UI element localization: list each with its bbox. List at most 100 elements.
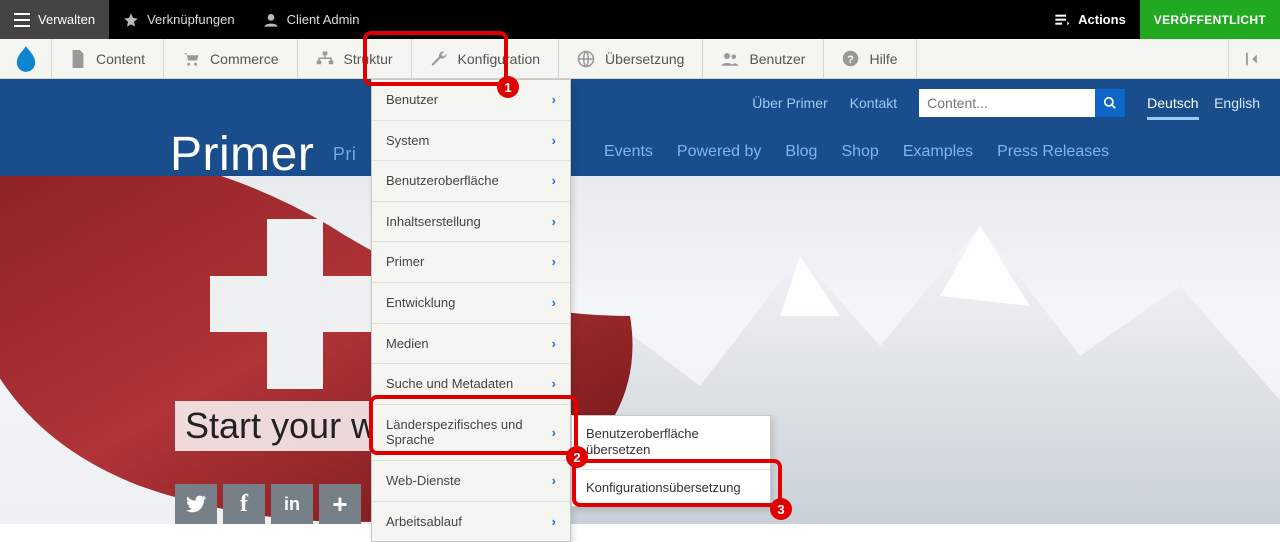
submenu-ui-translate[interactable]: Benutzeroberfläche übersetzen — [572, 416, 770, 470]
brand-subtext: Pri — [333, 144, 357, 164]
toolbar-item-label: Benutzer — [749, 51, 805, 67]
nav-poweredby[interactable]: Powered by — [677, 143, 762, 161]
user-link[interactable]: Client Admin — [249, 0, 374, 39]
dropdown-dev[interactable]: Entwicklung› — [372, 283, 570, 324]
toolbar-item-label: Struktur — [344, 51, 393, 67]
dropdown-label: Inhaltserstellung — [386, 214, 481, 230]
structure-icon — [316, 51, 334, 67]
shortcuts-link[interactable]: Verknüpfungen — [109, 0, 248, 39]
dropdown-label: Benutzer — [386, 92, 438, 108]
manage-toggle[interactable]: Verwalten — [0, 0, 109, 39]
toolbar-structure[interactable]: Struktur — [298, 39, 412, 78]
twitter-icon — [186, 495, 206, 513]
dropdown-label: System — [386, 133, 429, 149]
globe-icon — [577, 50, 595, 68]
chevron-right-icon: › — [552, 473, 556, 489]
social-facebook[interactable]: f — [223, 484, 265, 524]
social-more[interactable]: + — [319, 484, 361, 524]
published-badge: VERÖFFENTLICHT — [1140, 0, 1280, 39]
dropdown-ui[interactable]: Benutzeroberfläche › — [372, 161, 570, 202]
chevron-right-icon: › — [552, 425, 556, 441]
chevron-right-icon: › — [552, 336, 556, 352]
help-icon: ? — [842, 50, 859, 67]
search-icon — [1103, 96, 1117, 110]
regional-submenu: Benutzeroberfläche übersetzen Konfigurat… — [571, 415, 771, 507]
toolbar-help[interactable]: ? Hilfe — [824, 39, 916, 78]
collapse-icon — [1246, 52, 1264, 66]
dropdown-primer[interactable]: Primer › — [372, 242, 570, 283]
chevron-right-icon: › — [552, 254, 556, 270]
toolbar-item-label: Content — [96, 51, 145, 67]
dropdown-benutzer[interactable]: Benutzer › — [372, 80, 570, 121]
user-icon — [263, 12, 279, 28]
drupal-icon — [15, 46, 37, 72]
actions-button[interactable]: Actions — [1040, 12, 1140, 28]
manage-label: Verwalten — [38, 12, 95, 27]
submenu-label: Benutzeroberfläche übersetzen — [586, 426, 699, 457]
dropdown-label: Benutzeroberfläche — [386, 173, 499, 189]
hero-headline: Start your w — [175, 401, 387, 451]
brand-text: Primer — [170, 128, 314, 181]
dropdown-label: Primer — [386, 254, 424, 270]
top-link-contact[interactable]: Kontakt — [850, 95, 897, 111]
actions-label: Actions — [1078, 12, 1126, 27]
dropdown-workflow[interactable]: Arbeitsablauf › — [372, 502, 570, 542]
chevron-right-icon: › — [552, 92, 556, 108]
toolbar-collapse[interactable] — [1228, 39, 1280, 78]
toolbar-configuration[interactable]: Konfiguration — [412, 39, 560, 78]
toolbar-commerce[interactable]: Commerce — [164, 39, 297, 78]
dropdown-search[interactable]: Suche und Metadaten › — [372, 364, 570, 405]
dropdown-content-creation[interactable]: Inhaltserstellung› — [372, 202, 570, 243]
dropdown-regional[interactable]: Länderspezifisches und Sprache› — [372, 405, 570, 461]
nav-press[interactable]: Press Releases — [997, 143, 1109, 161]
submenu-config-translate[interactable]: Konfigurationsübersetzung — [572, 470, 770, 506]
admin-toolbar: Content Commerce Struktur Konfiguration … — [0, 39, 1280, 79]
config-dropdown: Benutzer › System › Benutzeroberfläche › In… — [371, 79, 571, 542]
hamburger-icon — [14, 13, 30, 27]
drupal-logo[interactable] — [0, 39, 52, 78]
svg-text:?: ? — [848, 54, 855, 66]
nav-events[interactable]: Events — [604, 143, 653, 161]
dropdown-label: Länderspezifisches und Sprache — [386, 417, 552, 448]
plus-icon: + — [332, 489, 347, 520]
lang-en[interactable]: English — [1214, 95, 1260, 117]
chevron-right-icon: › — [552, 133, 556, 149]
search-button[interactable] — [1095, 89, 1125, 117]
commerce-icon — [182, 51, 200, 67]
search-input[interactable] — [919, 89, 1095, 117]
chevron-right-icon: › — [552, 376, 556, 392]
wrench-icon — [430, 50, 448, 68]
toolbar-translate[interactable]: Übersetzung — [559, 39, 703, 78]
dropdown-system[interactable]: System › — [372, 121, 570, 162]
lang-de[interactable]: Deutsch — [1147, 95, 1198, 120]
user-label: Client Admin — [287, 12, 360, 27]
toolbar-item-label: Übersetzung — [605, 51, 684, 67]
chevron-right-icon: › — [552, 173, 556, 189]
dropdown-label: Entwicklung — [386, 295, 455, 311]
toolbar-users[interactable]: Benutzer — [703, 39, 824, 78]
social-twitter[interactable] — [175, 484, 217, 524]
dropdown-webservices[interactable]: Web-Dienste› — [372, 461, 570, 502]
dropdown-media[interactable]: Medien › — [372, 324, 570, 365]
nav-examples[interactable]: Examples — [903, 143, 973, 161]
social-row: f in + — [175, 484, 361, 524]
file-icon — [70, 50, 86, 68]
toolbar-content[interactable]: Content — [52, 39, 164, 78]
dropdown-label: Medien — [386, 336, 429, 352]
submenu-label: Konfigurationsübersetzung — [586, 480, 741, 495]
language-switch: Deutsch English — [1147, 95, 1260, 111]
linkedin-icon: in — [284, 494, 300, 515]
facebook-icon: f — [240, 491, 248, 518]
admin-topbar: Verwalten Verknüpfungen Client Admin Act… — [0, 0, 1280, 39]
nav-blog[interactable]: Blog — [785, 143, 817, 161]
actions-icon — [1054, 12, 1070, 28]
top-link-about[interactable]: Über Primer — [752, 95, 827, 111]
dropdown-label: Suche und Metadaten — [386, 376, 513, 392]
social-linkedin[interactable]: in — [271, 484, 313, 524]
chevron-right-icon: › — [552, 514, 556, 530]
toolbar-item-label: Commerce — [210, 51, 278, 67]
dropdown-label: Arbeitsablauf — [386, 514, 462, 530]
nav-shop[interactable]: Shop — [841, 143, 878, 161]
brand-title: Primer Pri — [170, 127, 356, 182]
site-header: Über Primer Kontakt Deutsch English Prim… — [0, 79, 1280, 176]
